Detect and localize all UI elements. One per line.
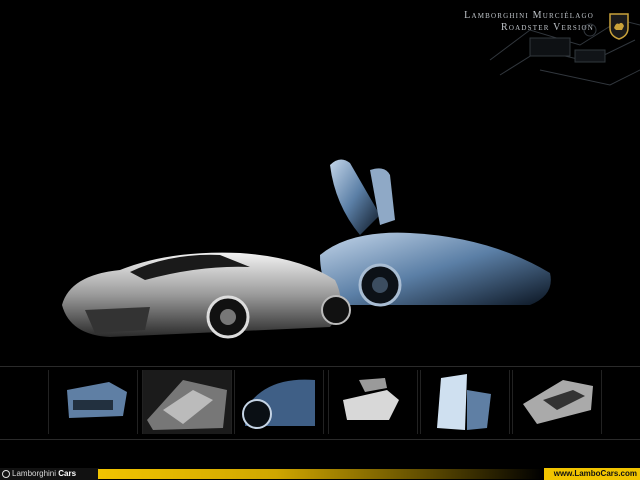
title-line-version: Roadster Version [501,22,594,33]
copyright-ring-icon [2,469,10,478]
footer-brand[interactable]: Lamborghini Cars [0,468,99,480]
thumb-rear-open[interactable] [328,370,418,434]
footer-bar: Lamborghini Cars www.LamboCars.com [0,468,640,480]
model-title: Lamborghini Murciélago Roadster Version [464,10,594,34]
hero-cars-image [62,159,551,339]
thumb-interior[interactable] [142,370,232,434]
lamborghini-bull-crest-icon [609,13,629,40]
thumb-rear-view[interactable] [48,370,138,434]
footer-brand-suffix: Cars [58,469,77,478]
thumb-wheel-detail[interactable] [234,370,324,434]
thumb-door-up[interactable] [420,370,510,434]
footer-gradient-divider [98,469,543,479]
title-line-model: Lamborghini Murciélago [464,10,594,21]
footer-url-link[interactable]: www.LamboCars.com [544,468,640,480]
wallpaper-canvas: Lamborghini Murciélago Roadster Version [0,0,640,480]
thumbnail-strip [0,366,640,440]
thumb-side-profile[interactable] [512,370,602,434]
footer-brand-name: Lamborghini [12,469,57,478]
